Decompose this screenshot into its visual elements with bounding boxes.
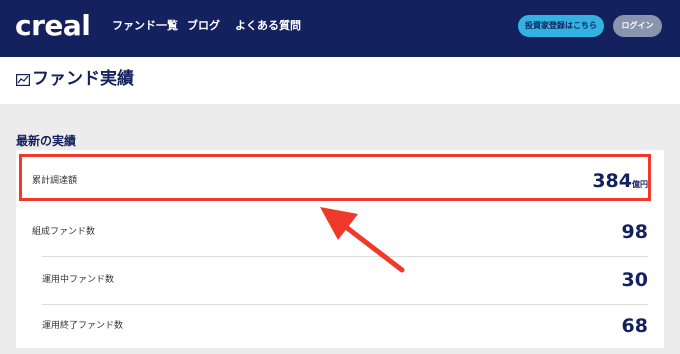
divider <box>42 304 648 305</box>
stat-number: 68 <box>621 315 648 337</box>
highlight-annotation-box <box>19 154 651 201</box>
page-title: ファンド実績 <box>32 69 134 89</box>
stat-number: 98 <box>621 221 648 243</box>
nav-fund-list[interactable]: ファンド一覧 <box>112 18 178 34</box>
stat-value: 30 <box>622 268 648 292</box>
stat-value: 98 <box>622 220 648 244</box>
nav-faq[interactable]: よくある質問 <box>235 18 301 34</box>
stat-number: 30 <box>621 269 648 291</box>
stat-row-funds-formed: 組成ファンド数 98 <box>16 212 648 252</box>
chart-icon <box>16 74 30 86</box>
nav-blog[interactable]: ブログ <box>187 18 220 34</box>
stat-value: 68 <box>622 314 648 338</box>
login-button[interactable]: ログイン <box>613 15 662 37</box>
page-title-bar: ファンド実績 <box>0 57 680 104</box>
creal-logo[interactable]: creal <box>15 9 91 43</box>
site-header: creal ファンド一覧 ブログ よくある質問 投資家登録はこちら ログイン <box>0 0 680 57</box>
stat-label: 組成ファンド数 <box>32 227 96 237</box>
investor-register-button[interactable]: 投資家登録はこちら <box>518 15 604 37</box>
stat-label: 運用中ファンド数 <box>42 275 115 285</box>
stat-label: 運用終了ファンド数 <box>42 321 124 331</box>
divider <box>42 256 648 257</box>
stat-row-funds-active: 運用中ファンド数 30 <box>16 260 648 300</box>
section-heading: 最新の実績 <box>16 134 77 148</box>
stat-row-funds-closed: 運用終了ファンド数 68 <box>16 306 648 346</box>
